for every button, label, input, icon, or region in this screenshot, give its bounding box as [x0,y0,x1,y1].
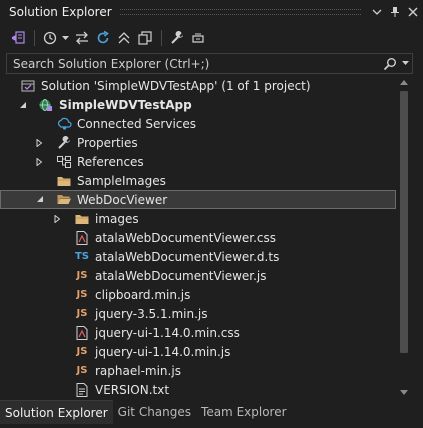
folder-open-icon [56,191,72,207]
tree-item-solution[interactable]: Solution 'SimpleWDVTestApp' (1 of 1 proj… [0,76,396,95]
panel-title: Solution Explorer [9,5,112,19]
tree-item-label: atalaWebDocumentViewer.js [95,268,267,283]
preview-selected-items-icon[interactable] [188,28,208,48]
tab-team-explorer[interactable]: Team Explorer [196,400,292,424]
tree-item-label: atalaWebDocumentViewer.css [95,230,277,245]
folder-icon [74,211,90,227]
typescript-file-icon: TS [74,251,90,262]
tree-item-label: Solution 'SimpleWDVTestApp' (1 of 1 proj… [41,78,311,93]
tree-item-label: References [77,154,144,169]
switch-views-icon[interactable] [8,28,28,48]
tree-item-label: WebDocViewer [77,192,168,207]
tree-item-file[interactable]: VERSION.txt [0,380,396,399]
css-file-icon [74,325,90,341]
tree-item-label: jquery-3.5.1.min.js [95,306,208,321]
tree-item-file[interactable]: atalaWebDocumentViewer.css [0,228,396,247]
solution-icon [20,78,36,94]
javascript-file-icon: JS [76,270,88,281]
toolbar [0,25,423,51]
javascript-file-icon: JS [76,365,88,376]
text-file-icon [74,382,90,398]
search-input[interactable] [7,56,382,71]
references-icon [56,154,72,170]
web-project-icon [37,97,53,113]
tree-item-file[interactable]: JS clipboard.min.js [0,285,396,304]
sync-with-active-document-icon[interactable] [72,28,92,48]
search-icon[interactable] [382,56,398,72]
tree-item-label: Connected Services [77,116,197,131]
wrench-icon [56,135,72,151]
show-all-files-icon[interactable] [135,28,155,48]
tree-item-properties[interactable]: Properties [0,133,396,152]
tree-item-connected-services[interactable]: Connected Services [0,114,396,133]
collapsed-arrow-icon[interactable] [52,214,62,224]
pending-changes-filter-icon[interactable] [40,28,60,48]
close-icon[interactable] [405,4,421,20]
connected-services-icon [56,116,72,132]
scroll-down-icon[interactable] [398,386,410,398]
vertical-scrollbar[interactable] [398,76,410,398]
folder-icon [56,173,72,189]
javascript-file-icon: JS [76,308,88,319]
tree-item-sampleimages[interactable]: SampleImages [0,171,396,190]
search-options-dropdown-icon[interactable] [398,56,412,72]
tree-item-label: atalaWebDocumentViewer.d.ts [95,249,280,264]
refresh-icon[interactable] [93,28,113,48]
tree-item-file[interactable]: jquery-ui-1.14.0.min.css [0,323,396,342]
tree-item-label: SimpleWDVTestApp [59,97,192,112]
search-box [6,53,413,74]
expanded-arrow-icon[interactable] [35,194,45,204]
bottom-tab-strip: Solution Explorer Git Changes Team Explo… [0,400,423,424]
tree-item-label: Properties [77,135,138,150]
title-bar: Solution Explorer [0,0,423,24]
tab-git-changes[interactable]: Git Changes [113,400,196,424]
scrollbar-thumb[interactable] [400,91,408,353]
tree-item-label: raphael-min.js [95,363,181,378]
properties-wrench-icon[interactable] [167,28,187,48]
tree-item-file[interactable]: JS atalaWebDocumentViewer.js [0,266,396,285]
tree-item-label: jquery-ui-1.14.0.min.js [95,344,231,359]
chevron-down-icon[interactable] [61,28,70,48]
tree-item-webdocviewer[interactable]: WebDocViewer [0,190,396,209]
tree-item-file[interactable]: JS jquery-ui-1.14.0.min.js [0,342,396,361]
css-file-icon [74,230,90,246]
tree-item-images[interactable]: images [0,209,396,228]
javascript-file-icon: JS [76,289,88,300]
collapsed-arrow-icon[interactable] [34,157,44,167]
expanded-arrow-icon[interactable] [18,100,28,110]
tree-item-label: VERSION.txt [95,382,170,397]
toolbar-separator [161,30,162,46]
tree-item-label: SampleImages [77,173,166,188]
toolbar-separator [34,30,35,46]
tab-solution-explorer[interactable]: Solution Explorer [0,400,113,424]
collapsed-arrow-icon[interactable] [34,138,44,148]
solution-tree: Solution 'SimpleWDVTestApp' (1 of 1 proj… [0,76,396,398]
title-grip[interactable] [119,9,361,15]
window-position-dropdown-icon[interactable] [369,4,385,20]
pin-icon[interactable] [387,4,403,20]
tree-item-label: images [95,211,139,226]
tree-item-label: clipboard.min.js [95,287,191,302]
tree-item-references[interactable]: References [0,152,396,171]
tree-item-file[interactable]: JS raphael-min.js [0,361,396,380]
collapse-all-icon[interactable] [114,28,134,48]
tree-item-file[interactable]: JS jquery-3.5.1.min.js [0,304,396,323]
scroll-up-icon[interactable] [398,76,410,88]
tree-item-project[interactable]: SimpleWDVTestApp [0,95,396,114]
javascript-file-icon: JS [76,346,88,357]
tree-item-label: jquery-ui-1.14.0.min.css [95,325,240,340]
tree-item-file[interactable]: TS atalaWebDocumentViewer.d.ts [0,247,396,266]
